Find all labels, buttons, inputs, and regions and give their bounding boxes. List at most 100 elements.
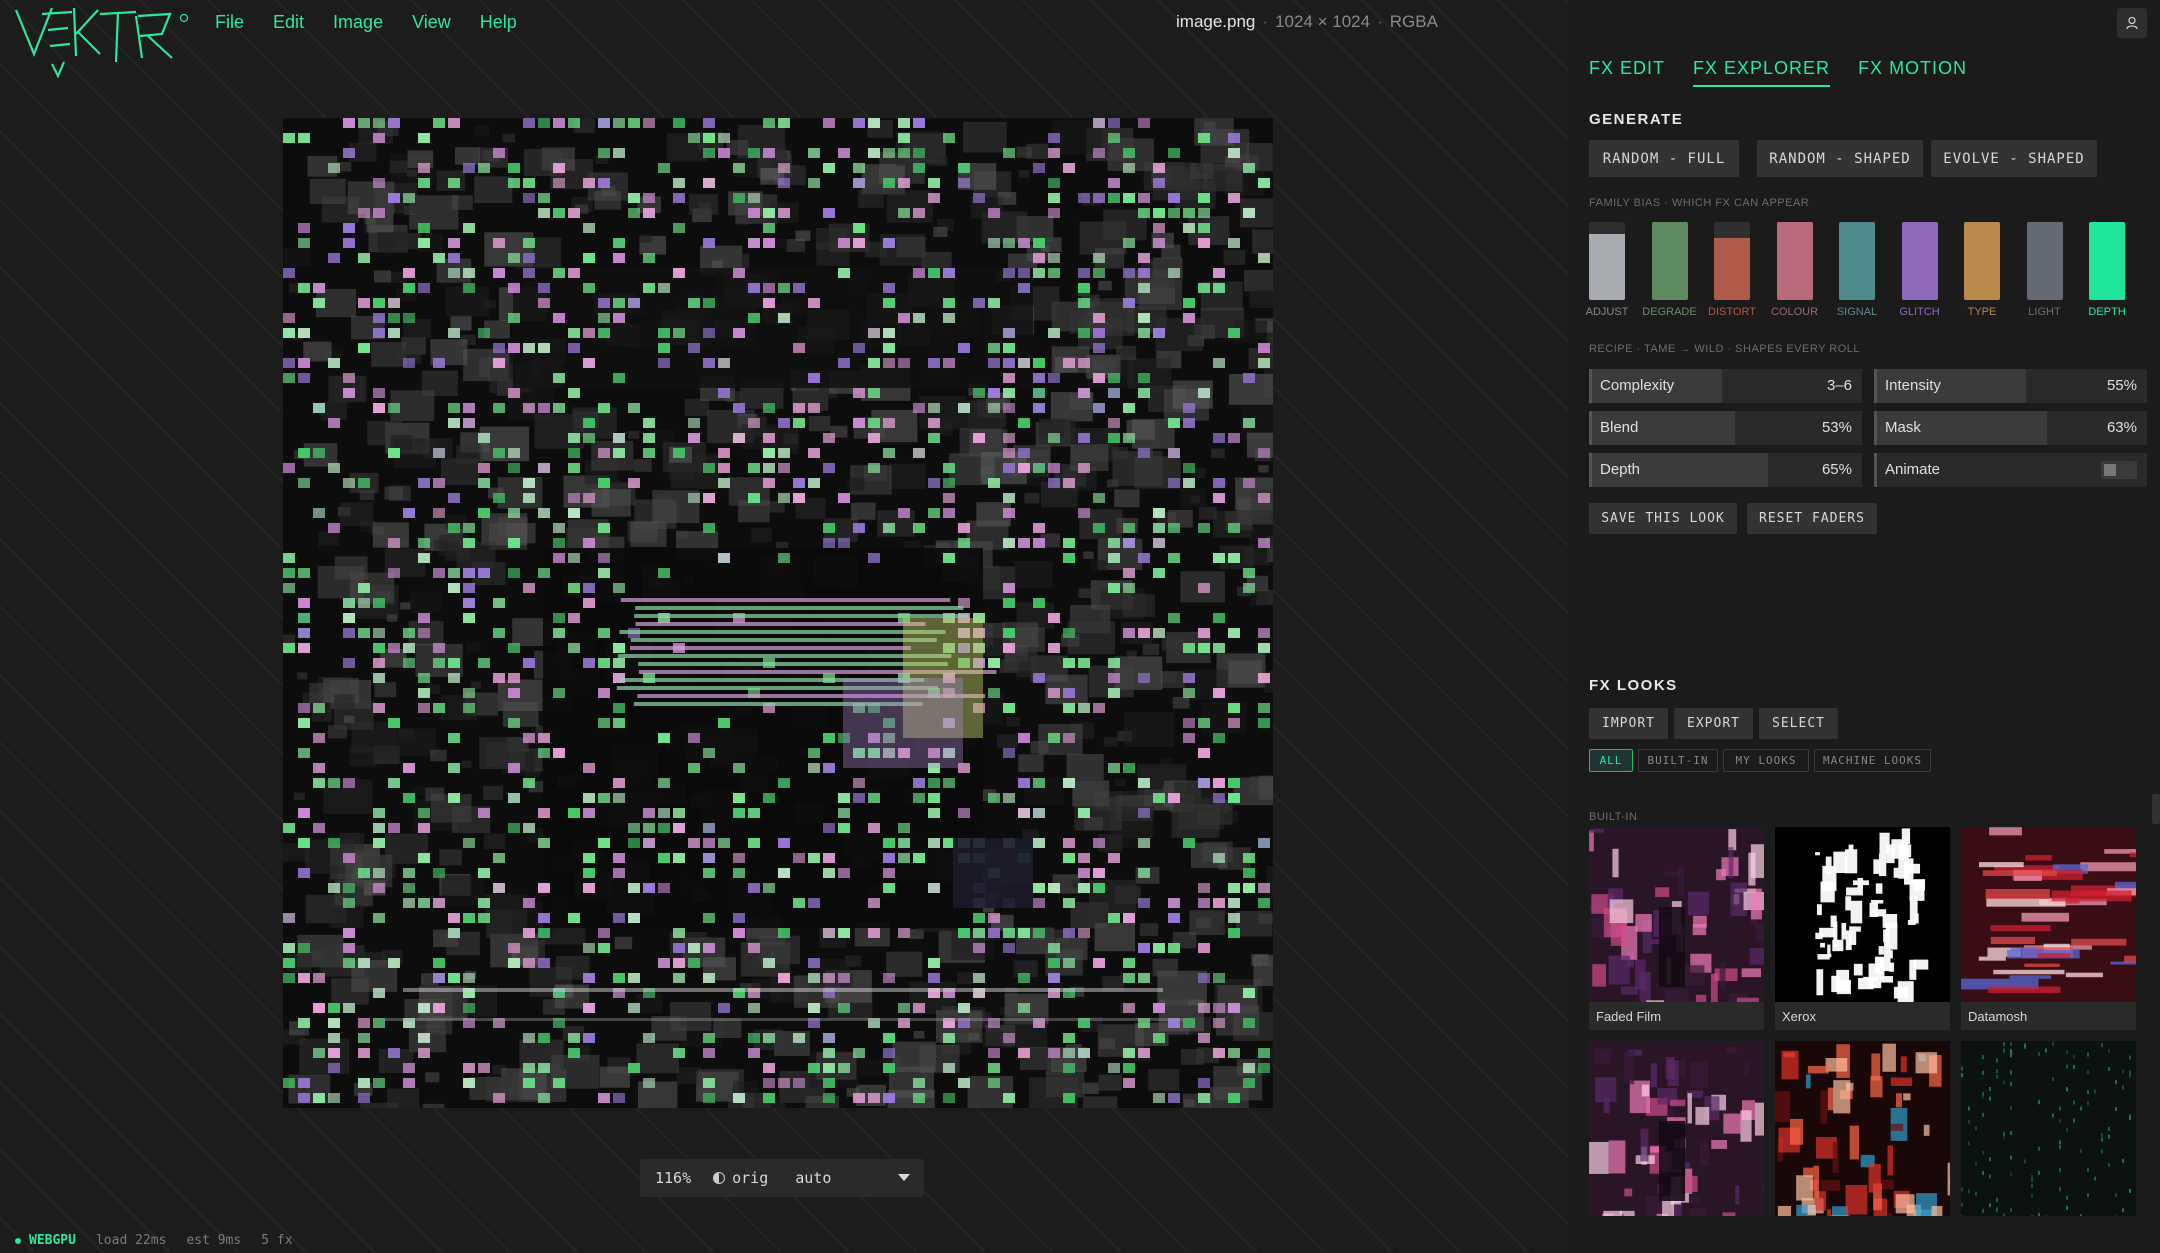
random-full-button[interactable]: RANDOM - FULL <box>1589 140 1739 177</box>
evolve-shaped-button[interactable]: EVOLVE - SHAPED <box>1931 140 2097 177</box>
intensity-fader[interactable]: Intensity 55% <box>1874 369 2147 403</box>
complexity-value: 3–6 <box>1826 377 1852 394</box>
family-bias-slider[interactable] <box>1964 222 2000 300</box>
filter-machine-looks[interactable]: MACHINE LOOKS <box>1814 749 1931 772</box>
look-card-matrix[interactable] <box>1961 1041 2136 1216</box>
image-canvas[interactable] <box>283 118 1273 1108</box>
filter-all[interactable]: ALL <box>1589 749 1633 772</box>
family-bias-fill <box>2089 222 2125 300</box>
user-account-button[interactable] <box>2117 8 2147 38</box>
menu-help[interactable]: Help <box>480 12 517 33</box>
look-card-faded-film[interactable]: Faded Film <box>1589 827 1764 1030</box>
menu-image[interactable]: Image <box>333 12 383 33</box>
family-bias-fill <box>1964 222 2000 300</box>
view-controls: 116% orig auto <box>640 1159 924 1197</box>
animate-row: Animate <box>1874 453 2147 487</box>
tab-fx-edit[interactable]: FX EDIT <box>1589 58 1665 87</box>
depth-label: Depth <box>1600 461 1641 478</box>
family-bias-fill <box>2026 222 2063 300</box>
family-bias-slider[interactable] <box>1901 222 1938 300</box>
panel-scrollbar[interactable] <box>2152 794 2160 824</box>
canvas-image <box>283 118 1273 1108</box>
family-label: TYPE <box>1967 306 1997 318</box>
blend-label: Blend <box>1600 419 1639 436</box>
depth-fader[interactable]: Depth 65% <box>1589 453 1862 487</box>
random-shaped-button[interactable]: RANDOM - SHAPED <box>1757 140 1923 177</box>
family-label: DISTORT <box>1708 306 1756 318</box>
compare-original-label[interactable]: orig <box>732 1169 768 1187</box>
look-name: Faded Film <box>1589 1002 1764 1030</box>
blend-fader[interactable]: Blend 53% <box>1589 411 1862 445</box>
reset-faders-button[interactable]: RESET FADERS <box>1747 503 1877 534</box>
family-degrade: DEGRADE <box>1639 222 1701 318</box>
family-bias-swatches: ADJUST DEGRADE DISTORT COLOUR SIGNAL GLITCH TY… <box>1586 222 2129 322</box>
render-mode-select[interactable]: auto <box>795 1169 831 1187</box>
app-logo <box>14 7 189 78</box>
family-label: ADJUST <box>1585 306 1629 318</box>
toggle-knob <box>2104 464 2116 476</box>
family-glitch: GLITCH <box>1889 222 1951 318</box>
gpu-status-dot <box>15 1237 21 1244</box>
export-button[interactable]: EXPORT <box>1674 708 1753 739</box>
gpu-backend: WEBGPU <box>29 1233 76 1248</box>
family-bias-slider[interactable] <box>2026 222 2063 300</box>
family-label: LIGHT <box>2028 306 2061 318</box>
family-bias-label: FAMILY BIAS · WHICH FX CAN APPEAR <box>1589 197 1810 209</box>
family-bias-slider[interactable] <box>1776 222 1813 300</box>
animate-toggle[interactable] <box>2101 461 2137 479</box>
family-label: SIGNAL <box>1836 306 1878 318</box>
user-icon <box>2126 16 2138 30</box>
file-dimensions: 1024 × 1024 <box>1275 12 1371 31</box>
family-bias-slider[interactable] <box>1589 222 1625 300</box>
import-button[interactable]: IMPORT <box>1589 708 1668 739</box>
look-card-datamosh[interactable]: Datamosh <box>1961 827 2136 1030</box>
menu-edit[interactable]: Edit <box>273 12 304 33</box>
family-label: DEPTH <box>2088 306 2126 318</box>
filter-my-looks[interactable]: MY LOOKS <box>1723 749 1809 772</box>
chevron-down-icon[interactable] <box>898 1174 910 1181</box>
complexity-fader[interactable]: Complexity 3–6 <box>1589 369 1862 403</box>
menu-view[interactable]: View <box>412 12 451 33</box>
estimate-time: est 9ms <box>186 1233 242 1248</box>
family-light: LIGHT <box>2014 222 2076 318</box>
look-card-red[interactable] <box>1775 1041 1950 1216</box>
file-info: image.png · 1024 × 1024 · RGBA <box>1176 12 1438 31</box>
status-bar: WEBGPU load 22ms est 9ms 5 fx <box>15 1233 313 1248</box>
family-adjust: ADJUST <box>1576 222 1638 318</box>
filter-built-in[interactable]: BUILT-IN <box>1638 749 1718 772</box>
family-bias-slider[interactable] <box>1651 222 1688 300</box>
tab-fx-motion[interactable]: FX MOTION <box>1858 58 1967 87</box>
family-bias-slider[interactable] <box>2089 222 2125 300</box>
fx-panel: FX EDIT FX EXPLORER FX MOTION GENERATE R… <box>1568 46 2160 1253</box>
fx-count: 5 fx <box>261 1233 293 1248</box>
fx-looks-heading: FX LOOKS <box>1589 677 1678 694</box>
panel-tabs: FX EDIT FX EXPLORER FX MOTION <box>1589 58 1995 87</box>
family-distort: DISTORT <box>1701 222 1763 318</box>
top-bar: File Edit Image View Help image.png · 1024… <box>0 0 2160 78</box>
menu-file[interactable]: File <box>215 12 244 33</box>
family-label: DEGRADE <box>1642 306 1697 318</box>
mask-fader[interactable]: Mask 63% <box>1874 411 2147 445</box>
look-card-xerox[interactable]: Xerox <box>1775 827 1950 1030</box>
family-type: TYPE <box>1951 222 2013 318</box>
zoom-level[interactable]: 116% <box>655 1169 691 1187</box>
look-thumbnail <box>1775 1041 1950 1216</box>
family-bias-fill <box>1714 237 1750 300</box>
family-bias-slider[interactable] <box>1714 222 1750 300</box>
file-color-mode: RGBA <box>1389 12 1438 31</box>
select-button[interactable]: SELECT <box>1759 708 1838 739</box>
look-card-halftone[interactable] <box>1589 1041 1764 1216</box>
family-depth: DEPTH <box>2076 222 2138 318</box>
animate-label: Animate <box>1885 461 1941 478</box>
complexity-label: Complexity <box>1600 377 1675 394</box>
family-bias-fill <box>1589 233 1625 300</box>
compare-original-icon[interactable] <box>713 1172 726 1184</box>
save-look-button[interactable]: SAVE THIS LOOK <box>1589 503 1737 534</box>
family-bias-slider[interactable] <box>1839 222 1875 300</box>
family-label: COLOUR <box>1770 306 1819 318</box>
tab-fx-explorer[interactable]: FX EXPLORER <box>1693 58 1831 87</box>
main-menu: File Edit Image View Help <box>215 12 546 33</box>
mask-value: 63% <box>2106 419 2137 436</box>
look-thumbnail <box>1961 1041 2136 1216</box>
look-name: Xerox <box>1775 1002 1950 1030</box>
